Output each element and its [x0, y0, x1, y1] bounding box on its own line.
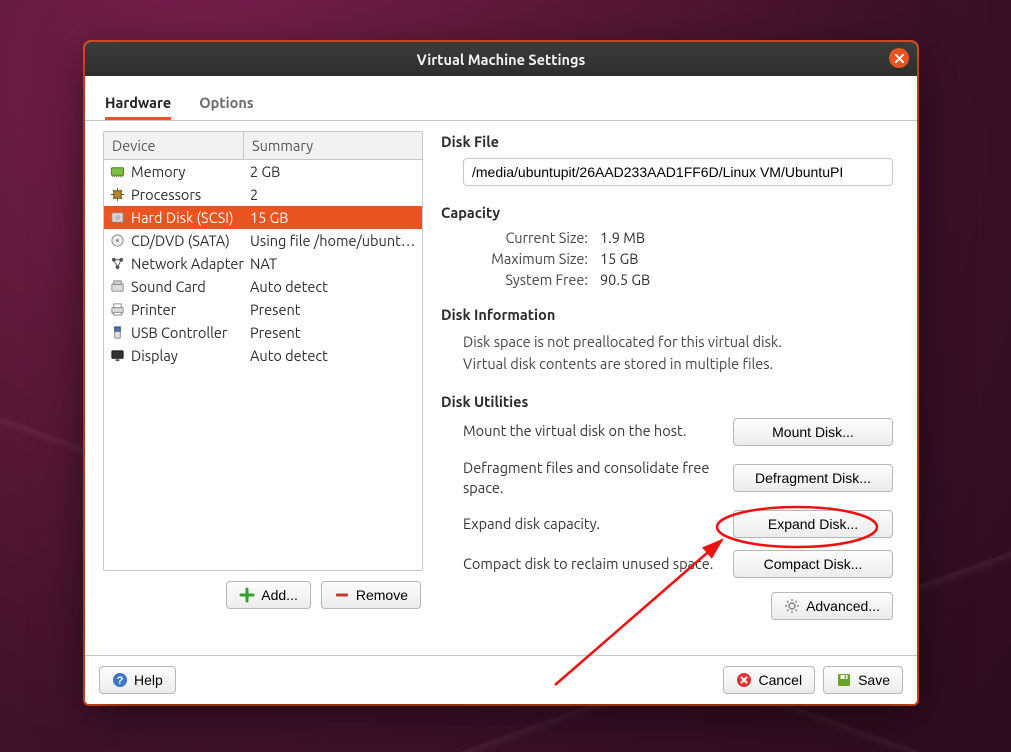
device-name: Network Adapter [131, 255, 244, 272]
max-size-label: Maximum Size: [463, 250, 588, 267]
cancel-icon [736, 672, 752, 688]
device-table: Device Summary Memory 2 GB Processors 2 Hard… [103, 131, 423, 571]
usb-icon [110, 325, 125, 340]
table-row[interactable]: Hard Disk (SCSI) 15 GB [104, 206, 422, 229]
device-name: Hard Disk (SCSI) [131, 209, 234, 226]
titlebar: Virtual Machine Settings [85, 42, 917, 76]
disk-utilities-title: Disk Utilities [441, 393, 893, 410]
gear-icon [784, 598, 800, 614]
device-summary: 2 [244, 186, 422, 203]
compact-desc: Compact disk to reclaim unused space. [463, 554, 717, 574]
svg-text:?: ? [117, 675, 124, 687]
settings-window: Virtual Machine Settings Hardware Option… [85, 42, 917, 704]
cpu-icon [110, 187, 125, 202]
device-name: Memory [131, 163, 185, 180]
save-label: Save [858, 672, 890, 688]
sound-icon [110, 279, 125, 294]
device-summary: Auto detect [244, 347, 422, 364]
tabs: Hardware Options [85, 76, 917, 121]
table-row[interactable]: Network AdapterNAT [104, 252, 422, 275]
disk-info-title: Disk Information [441, 306, 893, 323]
disk-info-line2: Virtual disk contents are stored in mult… [463, 353, 893, 375]
table-row[interactable]: Sound Card Auto detect [104, 275, 422, 298]
expand-desc: Expand disk capacity. [463, 514, 717, 534]
printer-icon [110, 302, 125, 317]
table-row[interactable]: Processors 2 [104, 183, 422, 206]
help-label: Help [134, 672, 163, 688]
advanced-label: Advanced... [806, 598, 880, 614]
tab-options[interactable]: Options [199, 94, 253, 120]
help-button[interactable]: ? Help [99, 666, 176, 694]
tab-hardware[interactable]: Hardware [105, 94, 171, 120]
remove-device-button[interactable]: Remove [321, 581, 421, 609]
mount-disk-button[interactable]: Mount Disk... [733, 418, 893, 446]
compact-disk-button[interactable]: Compact Disk... [733, 550, 893, 578]
table-row[interactable]: CD/DVD (SATA) Using file /home/ubuntupit [104, 229, 422, 252]
device-summary: NAT [244, 255, 422, 272]
current-size-value: 1.9 MB [600, 229, 893, 246]
device-name: Display [131, 347, 178, 364]
cancel-button[interactable]: Cancel [723, 666, 815, 694]
plus-icon [239, 587, 255, 603]
device-name: USB Controller [131, 324, 227, 341]
advanced-button[interactable]: Advanced... [771, 592, 893, 620]
cd-icon [110, 233, 125, 248]
net-icon [110, 256, 125, 271]
close-icon [894, 50, 905, 67]
device-summary: Using file /home/ubuntupit [244, 232, 422, 249]
disk-info-line1: Disk space is not preallocated for this … [463, 331, 893, 353]
disk-file-title: Disk File [441, 133, 893, 150]
expand-disk-button[interactable]: Expand Disk... [733, 510, 893, 538]
add-device-button[interactable]: Add... [226, 581, 311, 609]
defragment-disk-button[interactable]: Defragment Disk... [733, 464, 893, 492]
add-device-label: Add... [261, 587, 298, 603]
save-icon [836, 672, 852, 688]
remove-device-label: Remove [356, 587, 408, 603]
cancel-label: Cancel [758, 672, 802, 688]
device-name: Processors [131, 186, 201, 203]
table-row[interactable]: Memory 2 GB [104, 160, 422, 183]
defrag-desc: Defragment files and consolidate free sp… [463, 458, 717, 499]
device-name: Sound Card [131, 278, 206, 295]
current-size-label: Current Size: [463, 229, 588, 246]
window-title: Virtual Machine Settings [417, 51, 586, 68]
display-icon [110, 348, 125, 363]
save-button[interactable]: Save [823, 666, 903, 694]
memory-icon [110, 164, 125, 179]
device-name: Printer [131, 301, 176, 318]
window-close-button[interactable] [889, 48, 909, 68]
device-summary: 2 GB [244, 163, 422, 180]
mount-desc: Mount the virtual disk on the host. [463, 421, 717, 441]
device-table-header: Device Summary [104, 132, 422, 160]
capacity-title: Capacity [441, 204, 893, 221]
device-summary: 15 GB [244, 209, 422, 226]
system-free-value: 90.5 GB [600, 271, 893, 288]
disk-icon [110, 210, 125, 225]
disk-file-input[interactable] [463, 158, 893, 186]
max-size-value: 15 GB [600, 250, 893, 267]
column-header-device[interactable]: Device [104, 132, 244, 159]
device-summary: Auto detect [244, 278, 422, 295]
device-summary: Present [244, 301, 422, 318]
table-row[interactable]: Display Auto detect [104, 344, 422, 367]
table-row[interactable]: USB Controller Present [104, 321, 422, 344]
device-name: CD/DVD (SATA) [131, 232, 230, 249]
help-icon: ? [112, 672, 128, 688]
device-summary: Present [244, 324, 422, 341]
column-header-summary[interactable]: Summary [244, 132, 422, 159]
minus-icon [334, 587, 350, 603]
system-free-label: System Free: [463, 271, 588, 288]
table-row[interactable]: Printer Present [104, 298, 422, 321]
